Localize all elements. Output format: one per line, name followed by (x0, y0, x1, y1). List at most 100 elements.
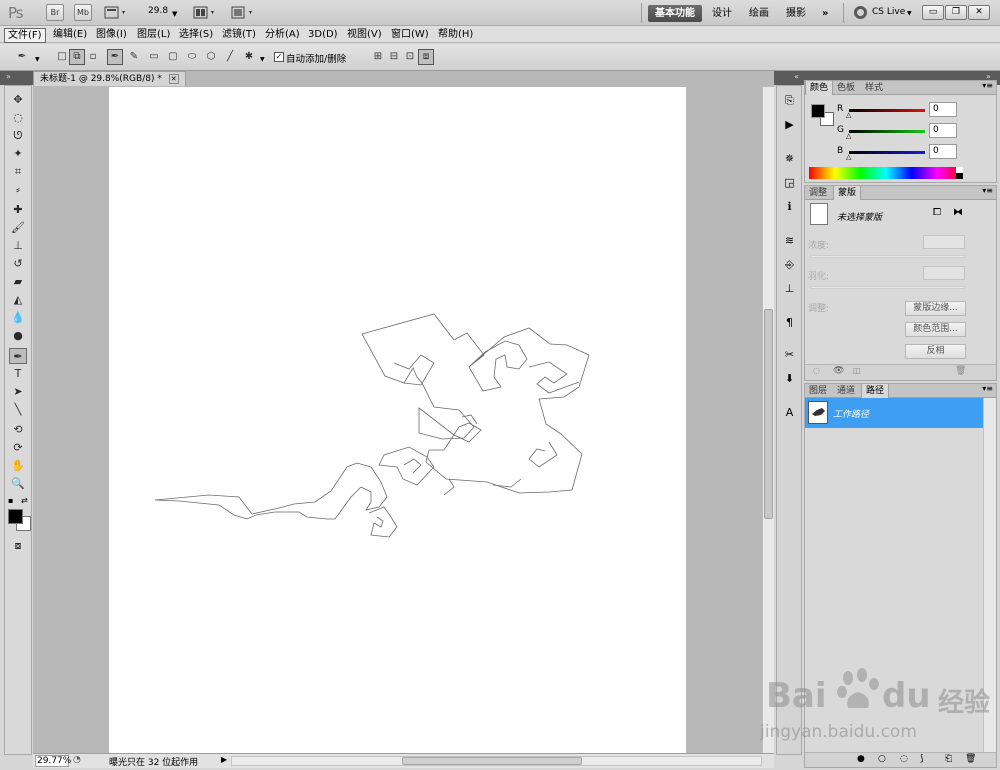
channel-b-slider[interactable] (849, 151, 925, 154)
tab-styles[interactable]: 样式 (861, 81, 887, 95)
density-field[interactable] (923, 235, 965, 249)
type-tool-icon[interactable]: T (9, 366, 27, 382)
polygon-shape-icon[interactable]: ⬡ (203, 49, 219, 65)
cs-live-button[interactable]: CS Live (872, 7, 905, 17)
arrange-documents-dropdown[interactable] (193, 6, 217, 20)
workspace-essentials[interactable]: 基本功能 (648, 5, 702, 22)
line-tool-icon[interactable]: ╲ (9, 402, 27, 418)
panel-menu-icon[interactable]: ▾≡ (982, 186, 993, 195)
elliptical-marquee-icon[interactable]: ◌ (9, 110, 27, 126)
blur-tool-icon[interactable]: 💧 (9, 310, 27, 326)
disable-mask-icon[interactable]: ◫ (853, 366, 861, 375)
paragraph-panel-icon[interactable]: ¶ (781, 314, 798, 331)
menu-layer[interactable]: 图层(L) (134, 28, 173, 41)
zoom-tool-icon[interactable]: 🔍 (9, 476, 27, 492)
menu-3d[interactable]: 3D(D) (305, 28, 341, 41)
menu-file[interactable]: 文件(F) (4, 28, 46, 43)
view-extras-dropdown[interactable] (104, 6, 128, 20)
feather-slider[interactable] (810, 286, 965, 289)
collapse-dock-icon[interactable]: « (794, 72, 799, 81)
tab-masks[interactable]: 蒙版 (833, 186, 862, 200)
pixel-mask-icon[interactable]: ⧠ (933, 207, 941, 218)
screen-mode-dropdown[interactable] (230, 6, 256, 20)
menu-window[interactable]: 窗口(W) (388, 28, 432, 41)
menu-analysis[interactable]: 分析(A) (262, 28, 303, 41)
delete-path-icon[interactable]: 🗑 (965, 754, 976, 764)
3d-orbit-icon[interactable]: ⟳ (9, 440, 27, 456)
close-window-button[interactable]: ✕ (968, 5, 990, 20)
ramp-black[interactable] (956, 173, 963, 179)
rectangle-shape-icon[interactable]: ▭ (146, 49, 162, 65)
panel-menu-icon[interactable]: ▾≡ (982, 81, 993, 90)
geometry-options-dropdown-icon[interactable]: ▼ (260, 56, 265, 63)
expand-tools-icon[interactable]: » (6, 72, 11, 81)
channel-g-value[interactable]: 0 (929, 123, 957, 138)
workspace-photography[interactable]: 摄影 (779, 5, 813, 22)
zoom-dropdown-icon[interactable]: ▼ (172, 10, 177, 18)
cs-live-dropdown-icon[interactable]: ▼ (907, 10, 912, 17)
more-workspaces-button[interactable]: » (815, 5, 835, 22)
vertical-scrollbar[interactable] (762, 87, 774, 755)
tool-preset-pen-icon[interactable]: ✒ (14, 49, 30, 65)
density-slider[interactable] (810, 255, 965, 258)
zoom-level[interactable]: 29.8 (148, 6, 168, 16)
menu-select[interactable]: 选择(S) (176, 28, 216, 41)
color-spectrum-ramp[interactable] (809, 167, 963, 179)
load-selection-icon[interactable]: ◌ (813, 366, 820, 375)
bridge-button[interactable]: Br (46, 4, 64, 21)
fill-pixels-icon[interactable]: ▫ (85, 49, 101, 65)
status-info-icon[interactable]: ◔ (73, 755, 81, 765)
status-zoom-field[interactable]: 29.77% (35, 755, 71, 767)
ellipse-shape-icon[interactable]: ⬭ (184, 49, 200, 65)
fill-path-icon[interactable]: ● (857, 754, 865, 764)
hand-tool-icon[interactable]: ✋ (9, 458, 27, 474)
channel-g-slider-handle-icon[interactable]: △ (846, 132, 851, 140)
mini-bridge-button[interactable]: Mb (74, 4, 92, 21)
path-intersect-icon[interactable]: ⊡ (402, 49, 418, 65)
tool-presets-panel-icon[interactable]: ⊥ (781, 280, 798, 297)
tab-paths[interactable]: 路径 (861, 384, 890, 398)
status-menu-arrow-icon[interactable]: ▶ (221, 755, 227, 764)
healing-brush-icon[interactable]: ✚ (9, 202, 27, 218)
path-exclude-icon[interactable]: ⧈ (418, 49, 434, 65)
notes-panel-icon[interactable]: ✂ (781, 346, 798, 363)
info-panel-icon[interactable]: ℹ (781, 198, 798, 215)
dodge-tool-icon[interactable]: ● (9, 328, 27, 344)
quick-selection-icon[interactable]: ✦ (9, 146, 27, 162)
animation-panel-icon[interactable]: ⬇ (781, 370, 798, 387)
menu-edit[interactable]: 编辑(E) (50, 28, 90, 41)
channel-b-slider-handle-icon[interactable]: △ (846, 153, 851, 161)
apply-mask-eye-icon[interactable]: 👁 (833, 366, 844, 376)
menu-help[interactable]: 帮助(H) (435, 28, 476, 41)
channel-r-slider-handle-icon[interactable]: △ (846, 111, 851, 119)
channel-r-slider[interactable] (849, 109, 925, 112)
vertical-scroll-thumb[interactable] (764, 309, 773, 519)
feather-field[interactable] (923, 266, 965, 280)
channel-b-value[interactable]: 0 (929, 144, 957, 159)
history-panel-icon[interactable]: ⎘ (781, 92, 798, 109)
workspace-design[interactable]: 设计 (705, 5, 739, 22)
brush-presets-panel-icon[interactable]: ≋ (781, 232, 798, 249)
tab-channels[interactable]: 通道 (833, 384, 859, 398)
vector-mask-icon[interactable]: ⧓ (953, 207, 963, 218)
restore-button[interactable]: ❐ (945, 5, 967, 20)
document-tab[interactable]: 未标题-1 @ 29.8%(RGB/8) * ✕ (33, 71, 186, 86)
paint-bucket-icon[interactable]: ◭ (9, 292, 27, 308)
freeform-pen-option-icon[interactable]: ✎ (126, 49, 142, 65)
clone-stamp-icon[interactable]: ⊥ (9, 238, 27, 254)
histogram-panel-icon[interactable]: ◲ (781, 174, 798, 191)
paths-mode-icon[interactable]: ⧉ (69, 49, 85, 65)
make-work-path-icon[interactable]: ⟆ (920, 754, 924, 764)
channel-g-slider[interactable] (849, 130, 925, 133)
menu-view[interactable]: 视图(V) (344, 28, 385, 41)
tab-layers[interactable]: 图层 (805, 384, 831, 398)
swap-colors-icon[interactable]: ⇄ (21, 496, 28, 505)
horizontal-scroll-thumb[interactable] (402, 757, 582, 765)
eyedropper-icon[interactable]: ⸗ (9, 182, 27, 198)
rounded-rectangle-icon[interactable]: ▢ (165, 49, 181, 65)
tab-swatches[interactable]: 色板 (833, 81, 859, 95)
path-combine-add-icon[interactable]: ⊞ (370, 49, 386, 65)
minimize-button[interactable]: ▭ (922, 5, 944, 20)
stroke-path-icon[interactable]: ○ (878, 754, 886, 764)
brush-tool-icon[interactable]: 🖌 (9, 220, 27, 236)
